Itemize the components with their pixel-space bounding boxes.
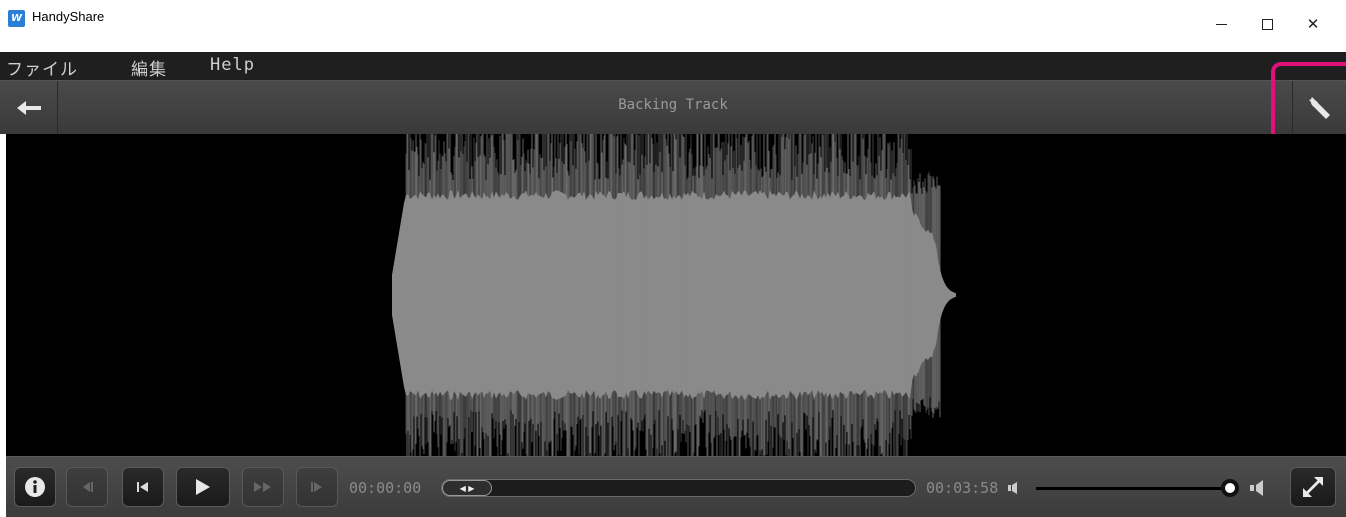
app-logo-icon: W bbox=[8, 10, 25, 27]
volume-knob[interactable] bbox=[1221, 479, 1239, 497]
volume-low-icon bbox=[1008, 482, 1017, 494]
info-icon bbox=[25, 477, 45, 497]
menu-bar: ファイル 編集 Help bbox=[0, 52, 1346, 80]
fast-forward-icon bbox=[254, 482, 271, 492]
seek-bar[interactable]: ◀ ▶ bbox=[441, 479, 916, 497]
menu-file[interactable]: ファイル bbox=[6, 55, 78, 80]
step-back-button[interactable] bbox=[66, 467, 108, 507]
track-title: Backing Track bbox=[618, 97, 728, 113]
seek-arrows-icon: ◀ ▶ bbox=[459, 483, 475, 493]
seek-thumb[interactable]: ◀ ▶ bbox=[442, 480, 492, 496]
menu-edit[interactable]: 編集 bbox=[131, 55, 167, 80]
skip-previous-icon bbox=[137, 482, 148, 492]
current-time: 00:00:00 bbox=[349, 479, 422, 497]
info-button[interactable] bbox=[14, 467, 56, 507]
volume-slider[interactable] bbox=[1036, 487, 1231, 490]
maximize-button[interactable] bbox=[1244, 0, 1290, 48]
minimize-icon bbox=[1215, 23, 1227, 25]
back-button[interactable] bbox=[0, 81, 58, 134]
play-button[interactable] bbox=[176, 467, 230, 507]
menu-help[interactable]: Help bbox=[210, 55, 255, 75]
window-title: HandyShare bbox=[32, 9, 105, 24]
skip-next-button[interactable] bbox=[296, 467, 338, 507]
play-icon bbox=[196, 479, 210, 495]
minimize-button[interactable] bbox=[1198, 0, 1244, 48]
waveform bbox=[392, 134, 956, 456]
close-button[interactable]: ✕ bbox=[1290, 0, 1336, 48]
maximize-icon bbox=[1261, 18, 1273, 30]
expand-icon bbox=[1303, 477, 1323, 497]
skip-previous-button[interactable] bbox=[122, 467, 164, 507]
transport-bar: 00:00:00 ◀ ▶ 00:03:58 bbox=[6, 456, 1346, 517]
volume-high-icon bbox=[1250, 480, 1263, 496]
total-time: 00:03:58 bbox=[926, 479, 999, 497]
close-icon: ✕ bbox=[1306, 15, 1320, 33]
fast-forward-button[interactable] bbox=[242, 467, 284, 507]
title-bar: W HandyShare ✕ bbox=[0, 0, 1346, 52]
arrow-left-icon bbox=[16, 100, 41, 115]
step-back-icon bbox=[83, 482, 93, 492]
skip-next-icon bbox=[311, 482, 322, 492]
waveform-display[interactable] bbox=[6, 134, 1346, 456]
track-header: Backing Track bbox=[0, 80, 1346, 134]
fullscreen-button[interactable] bbox=[1290, 467, 1336, 507]
